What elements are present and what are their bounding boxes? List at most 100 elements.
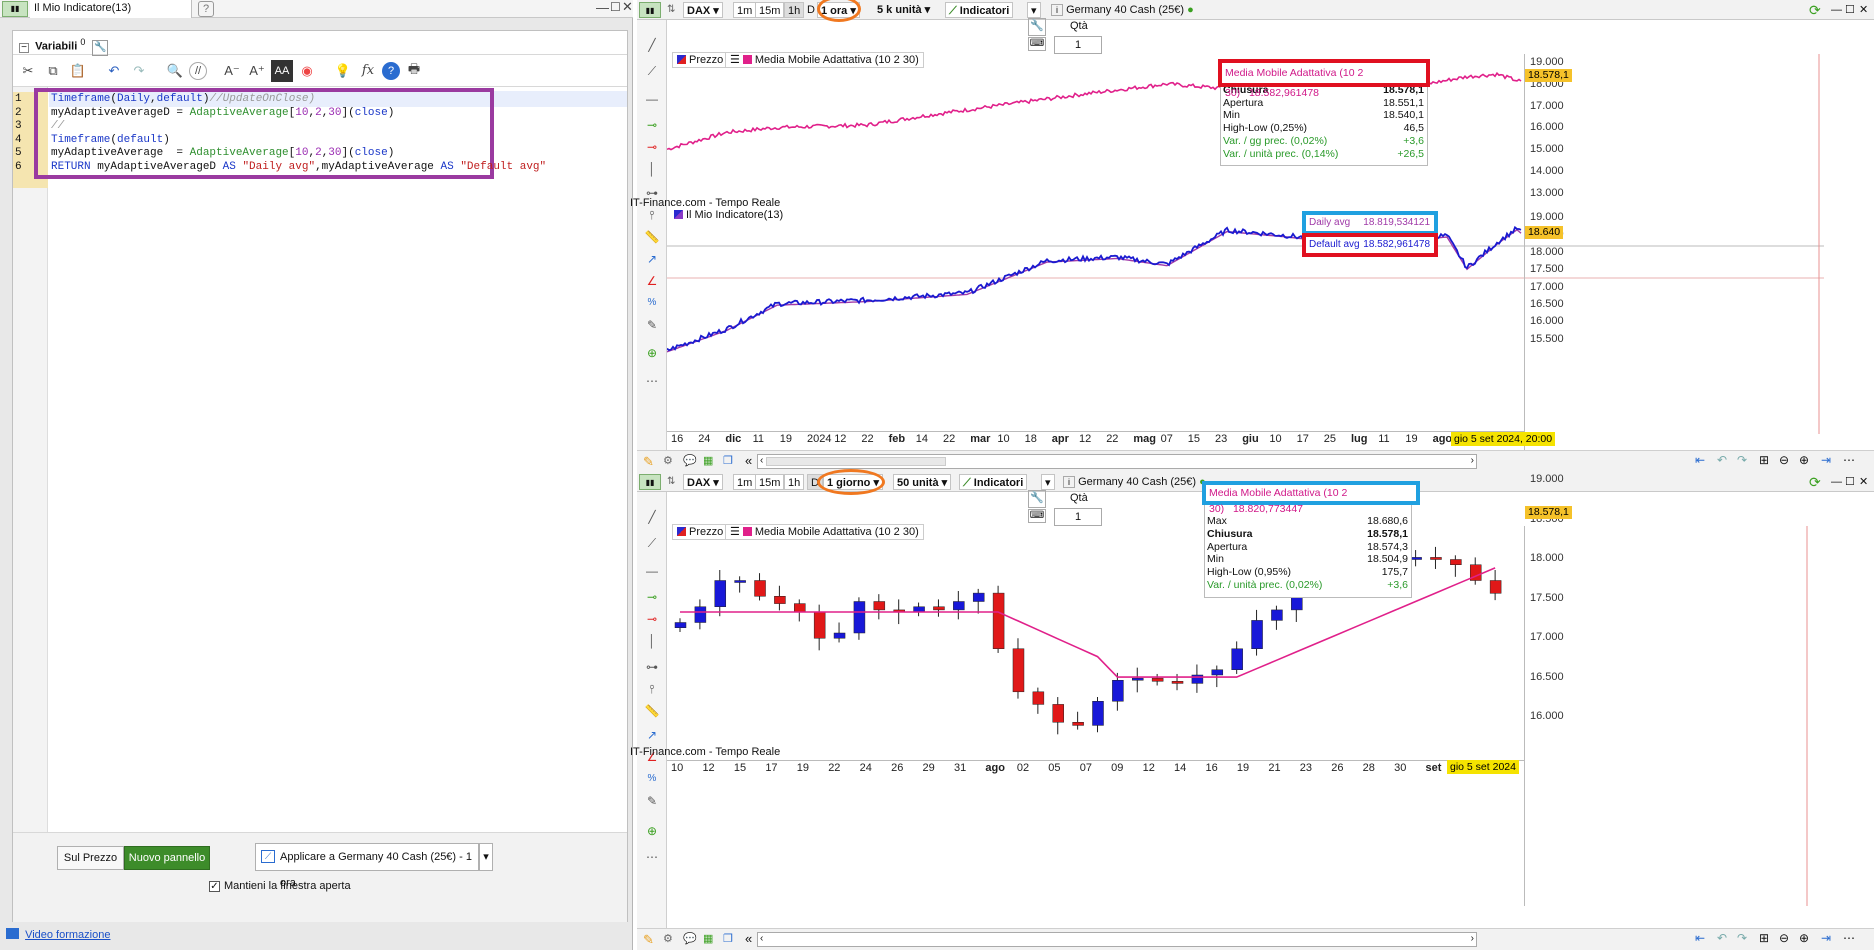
close-icon[interactable]: ✕	[1859, 474, 1868, 490]
info-icon[interactable]: i	[1063, 476, 1075, 488]
video-link[interactable]: Video formazione	[25, 929, 110, 941]
redo-icon[interactable]: ↷	[1737, 931, 1747, 945]
ruler-icon[interactable]: 📏	[642, 228, 662, 246]
print-icon[interactable]: 🖶	[403, 60, 425, 82]
collapse-right-icon[interactable]: ⇥	[1821, 453, 1831, 467]
vline-tool-icon[interactable]: │	[642, 160, 662, 178]
zoom-out-icon[interactable]: ⊖	[1779, 453, 1789, 467]
code-area[interactable]: 1 Timeframe(Daily,default)//UpdateOnClose…	[13, 87, 627, 832]
search-icon[interactable]: 🔍	[164, 60, 186, 82]
scroll-left-fast-icon[interactable]: «	[745, 453, 752, 468]
color-wheel-icon[interactable]: ◉	[296, 60, 318, 82]
ray-tool-icon[interactable]: ⟋	[642, 534, 662, 552]
tf-1h[interactable]: 1h	[784, 474, 805, 490]
swap-icon[interactable]: ⇅	[667, 2, 675, 18]
font-increase-icon[interactable]: A⁺	[246, 60, 268, 82]
tf-d[interactable]: D	[807, 2, 815, 18]
keyboard-icon[interactable]: ⌨	[1028, 37, 1046, 51]
order-wrench-icon[interactable]: 🔧	[1028, 18, 1046, 36]
draw-icon[interactable]: ✎	[643, 932, 654, 948]
redo-icon[interactable]: ↷	[1737, 453, 1747, 467]
chart1-legend-ma[interactable]: ☰ Media Mobile Adattativa (10 2 30)	[725, 52, 924, 68]
windows-icon[interactable]: ❐	[723, 454, 733, 467]
more-icon[interactable]: ⋯	[1843, 453, 1855, 467]
collapse-icon[interactable]: −	[19, 42, 29, 53]
tf-1m[interactable]: 1m	[733, 2, 757, 18]
scroll-left-fast-icon[interactable]: «	[745, 931, 752, 946]
maximize-icon[interactable]: ☐	[1845, 2, 1855, 18]
tf-15m[interactable]: 15m	[755, 474, 785, 490]
tab-indicator[interactable]: Il Mio Indicatore(13)	[30, 0, 192, 18]
keep-open-checkbox[interactable]: ✓	[209, 881, 220, 892]
hline-tool-icon[interactable]: —	[642, 90, 662, 108]
font-decrease-icon[interactable]: A⁻	[221, 60, 243, 82]
indicator-legend[interactable]: Il Mio Indicatore(13)	[670, 208, 788, 224]
more-icon[interactable]: ⋯	[642, 848, 662, 866]
more-icon[interactable]: ⋯	[642, 372, 662, 390]
close-icon[interactable]: ✕	[1859, 2, 1868, 18]
chart2-legend-price[interactable]: Prezzo	[672, 524, 729, 540]
refresh-icon[interactable]: ⟳	[1809, 474, 1821, 490]
buy-line-icon[interactable]: ⊸	[642, 116, 662, 134]
alert-icon[interactable]: ⊕	[642, 822, 662, 840]
buy-line-icon[interactable]: ⊸	[642, 588, 662, 606]
tool-icon[interactable]: ⚙	[663, 932, 673, 945]
zoom-in-icon[interactable]: ⊕	[1799, 453, 1809, 467]
maximize-icon[interactable]: ☐	[1845, 474, 1855, 490]
tf-15m[interactable]: 15m	[755, 2, 785, 18]
help-icon[interactable]: ?	[198, 1, 214, 17]
qty-input[interactable]: 1	[1054, 508, 1102, 526]
percent-icon[interactable]: %	[642, 770, 662, 788]
font-style-icon[interactable]: AA	[271, 59, 293, 82]
percent-icon[interactable]: %	[642, 294, 662, 312]
indicators-dropdown[interactable]: ▾	[1027, 2, 1041, 18]
auto-scroll-icon[interactable]: ⇤	[1695, 931, 1705, 945]
line-tool-icon[interactable]: ╱	[642, 36, 662, 54]
ruler-icon[interactable]: 📏	[642, 702, 662, 720]
zoom-in-icon[interactable]: ⊕	[1799, 931, 1809, 945]
function-icon[interactable]: fx	[357, 60, 379, 82]
apply-dropdown-button[interactable]: ▾	[479, 843, 493, 871]
segment-tool-icon[interactable]: ⊶	[642, 658, 662, 676]
sell-line-icon[interactable]: ⊸	[642, 610, 662, 628]
grid-icon[interactable]: ▦	[703, 454, 713, 467]
indicators-button[interactable]: ⟋ Indicatori	[945, 2, 1014, 18]
auto-scroll-icon[interactable]: ⇤	[1695, 453, 1705, 467]
lightbulb-icon[interactable]: 💡	[332, 60, 354, 82]
qty-input[interactable]: 1	[1054, 36, 1102, 54]
tool-icon[interactable]: ⚙	[663, 454, 673, 467]
order-wrench-icon[interactable]: 🔧	[1028, 490, 1046, 508]
chat-icon[interactable]: 💬	[683, 932, 697, 945]
chart2-scrollbar[interactable]: ‹ ›	[757, 932, 1477, 947]
wrench-icon[interactable]: 🔧	[92, 39, 109, 56]
hline-tool-icon[interactable]: —	[642, 562, 662, 580]
vline-tool-icon[interactable]: │	[642, 632, 662, 650]
maximize-icon[interactable]: ☐	[610, 0, 621, 14]
trend-icon[interactable]: ↗	[642, 250, 662, 268]
tf-1m[interactable]: 1m	[733, 474, 757, 490]
undo-icon[interactable]: ↶	[103, 60, 125, 82]
undo-icon[interactable]: ↶	[1717, 931, 1727, 945]
ray-tool-icon[interactable]: ⟋	[642, 62, 662, 80]
zoom-fit-icon[interactable]: ⊞	[1759, 453, 1769, 467]
info-icon[interactable]: i	[1051, 4, 1063, 16]
symbol-select[interactable]: DAX ▾	[683, 474, 723, 490]
chart1-legend-price[interactable]: Prezzo	[672, 52, 729, 68]
keyboard-icon[interactable]: ⌨	[1028, 509, 1046, 523]
more-icon[interactable]: ⋯	[1843, 931, 1855, 945]
pencil-icon[interactable]: ✎	[642, 316, 662, 334]
symbol-select[interactable]: DAX ▾	[683, 2, 723, 18]
refresh-icon[interactable]: ⟳	[1809, 2, 1821, 18]
pencil-icon[interactable]: ✎	[642, 792, 662, 810]
minimize-icon[interactable]: —	[596, 0, 609, 15]
video-link-row[interactable]: Video formazione	[6, 928, 110, 941]
grid-icon[interactable]: ▦	[703, 932, 713, 945]
zoom-out-icon[interactable]: ⊖	[1779, 931, 1789, 945]
cut-icon[interactable]: ✂	[17, 60, 39, 82]
units-select[interactable]: 5 k unità ▾	[877, 2, 930, 18]
chart1-scrollbar[interactable]: ‹ ›	[757, 454, 1477, 469]
minimize-icon[interactable]: —	[1831, 2, 1842, 18]
undo-icon[interactable]: ↶	[1717, 453, 1727, 467]
trend-icon[interactable]: ↗	[642, 726, 662, 744]
draw-icon[interactable]: ✎	[643, 454, 654, 470]
